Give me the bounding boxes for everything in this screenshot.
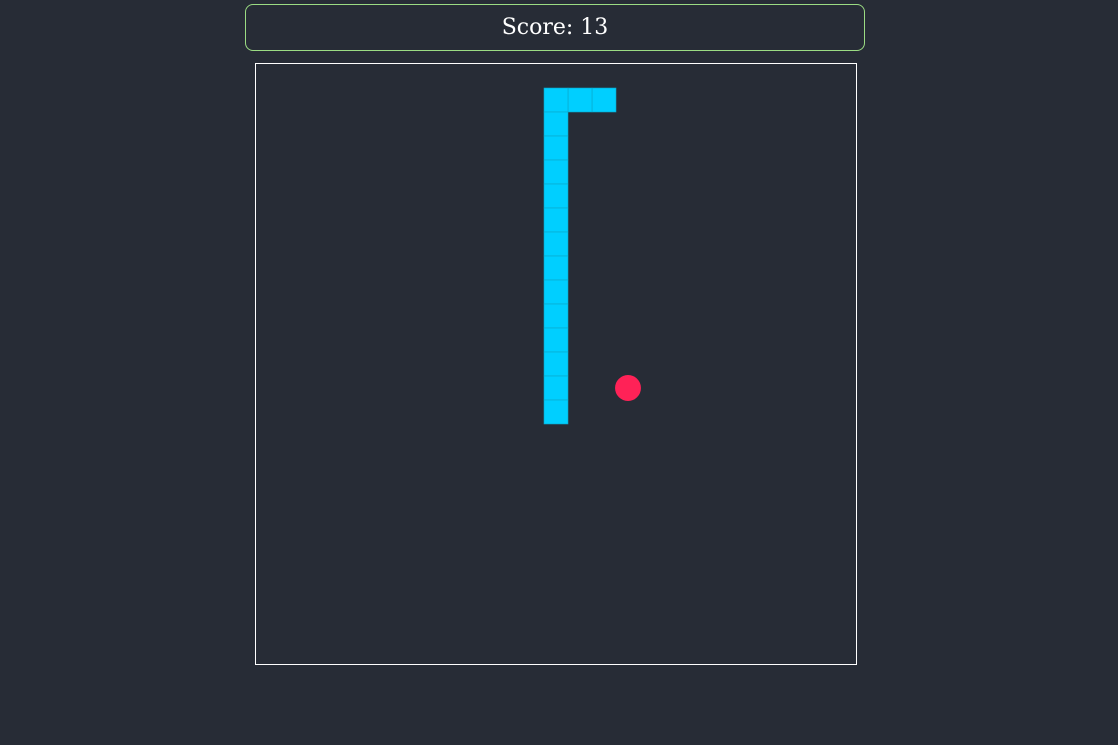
game-board[interactable] [255,63,857,665]
game-canvas[interactable] [256,64,856,664]
food-pellet [615,375,641,401]
snake-segment [543,279,569,305]
score-text: Score: 13 [501,15,609,40]
snake-segment [543,207,569,233]
snake-segment [543,159,569,185]
score-display: Score: 13 [245,4,865,51]
snake-segment [543,303,569,329]
snake-segment [543,87,569,113]
snake-segment [543,255,569,281]
snake-segment [543,375,569,401]
snake-segment [567,87,593,113]
snake-head [591,87,617,113]
snake-segment [543,327,569,353]
snake-segment [543,351,569,377]
snake-segment [543,135,569,161]
snake-segment [543,231,569,257]
snake-segment [543,111,569,137]
snake-segment [543,399,569,425]
snake-segment [543,183,569,209]
